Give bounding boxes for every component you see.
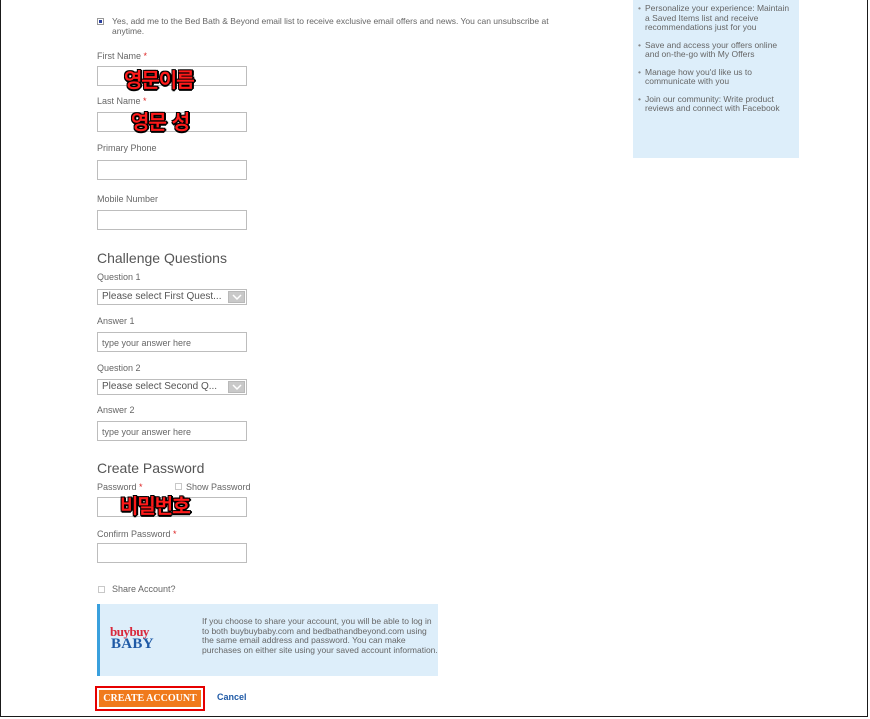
email-optin-label: Yes, add me to the Bed Bath & Beyond ema… [112, 16, 549, 36]
last-name-label: Last Name [97, 96, 141, 106]
first-name-annotation: 영문이름 [124, 68, 195, 92]
share-account-label: Share Account? [112, 584, 176, 594]
mobile-number-label: Mobile Number [97, 194, 159, 204]
confirm-password-label-row: Confirm Password * [97, 529, 177, 539]
email-optin-checkbox[interactable] [97, 18, 104, 25]
question2-selected-value: Please select Second Q... [102, 381, 218, 392]
confirm-password-input[interactable] [97, 543, 247, 563]
answer2-placeholder: type your answer here [102, 427, 192, 437]
create-account-label: CREATE ACCOUNT [99, 690, 201, 707]
first-name-label: First Name [97, 51, 142, 61]
answer2-input[interactable]: type your answer here [97, 421, 247, 441]
cancel-link[interactable]: Cancel [217, 692, 247, 702]
chevron-down-icon [228, 291, 245, 303]
answer1-placeholder: type your answer here [102, 338, 192, 348]
benefits-sidebar: Personalize your experience: Maintain a … [633, 0, 799, 158]
required-mark: * [143, 96, 147, 106]
benefits-list: Personalize your experience: Maintain a … [633, 0, 799, 114]
primary-phone-input[interactable] [97, 160, 247, 180]
show-password-checkbox[interactable] [175, 483, 182, 490]
chevron-down-icon [228, 381, 245, 393]
question1-label: Question 1 [97, 272, 141, 282]
required-mark: * [173, 529, 177, 539]
create-password-heading: Create Password [97, 460, 205, 476]
confirm-password-label: Confirm Password [97, 529, 171, 539]
mobile-number-input[interactable] [97, 210, 247, 230]
challenge-questions-heading: Challenge Questions [97, 250, 227, 266]
buybuybaby-logo-bottom: BABY [111, 636, 154, 652]
last-name-label-row: Last Name * [97, 96, 147, 106]
buybuybaby-info-box: buybuy BABY If you choose to share your … [97, 604, 438, 676]
show-password-label: Show Password [186, 482, 251, 492]
benefit-item: Manage how you'd like us to communicate … [638, 67, 793, 87]
share-account-checkbox[interactable] [98, 586, 105, 593]
question1-selected-value: Please select First Quest... [102, 291, 222, 302]
create-account-button[interactable]: CREATE ACCOUNT [95, 686, 205, 711]
benefit-item: Join our community: Write product review… [638, 94, 793, 114]
question1-select[interactable]: Please select First Quest... [97, 289, 247, 305]
benefit-item: Save and access your offers online and o… [638, 40, 793, 60]
last-name-annotation: 영문 성 [131, 110, 190, 134]
benefit-item: Personalize your experience: Maintain a … [638, 3, 793, 33]
checkbox-mark-icon [99, 20, 102, 23]
answer1-label: Answer 1 [97, 316, 135, 326]
question2-label: Question 2 [97, 363, 141, 373]
password-annotation: 비밀번호 [120, 494, 191, 518]
first-name-label-row: First Name * [97, 51, 147, 61]
answer1-input[interactable]: type your answer here [97, 332, 247, 352]
answer2-label: Answer 2 [97, 405, 135, 415]
share-account-info-text: If you choose to share your account, you… [202, 616, 438, 655]
required-mark: * [143, 51, 148, 61]
question2-select[interactable]: Please select Second Q... [97, 379, 247, 395]
primary-phone-label: Primary Phone [97, 143, 157, 153]
